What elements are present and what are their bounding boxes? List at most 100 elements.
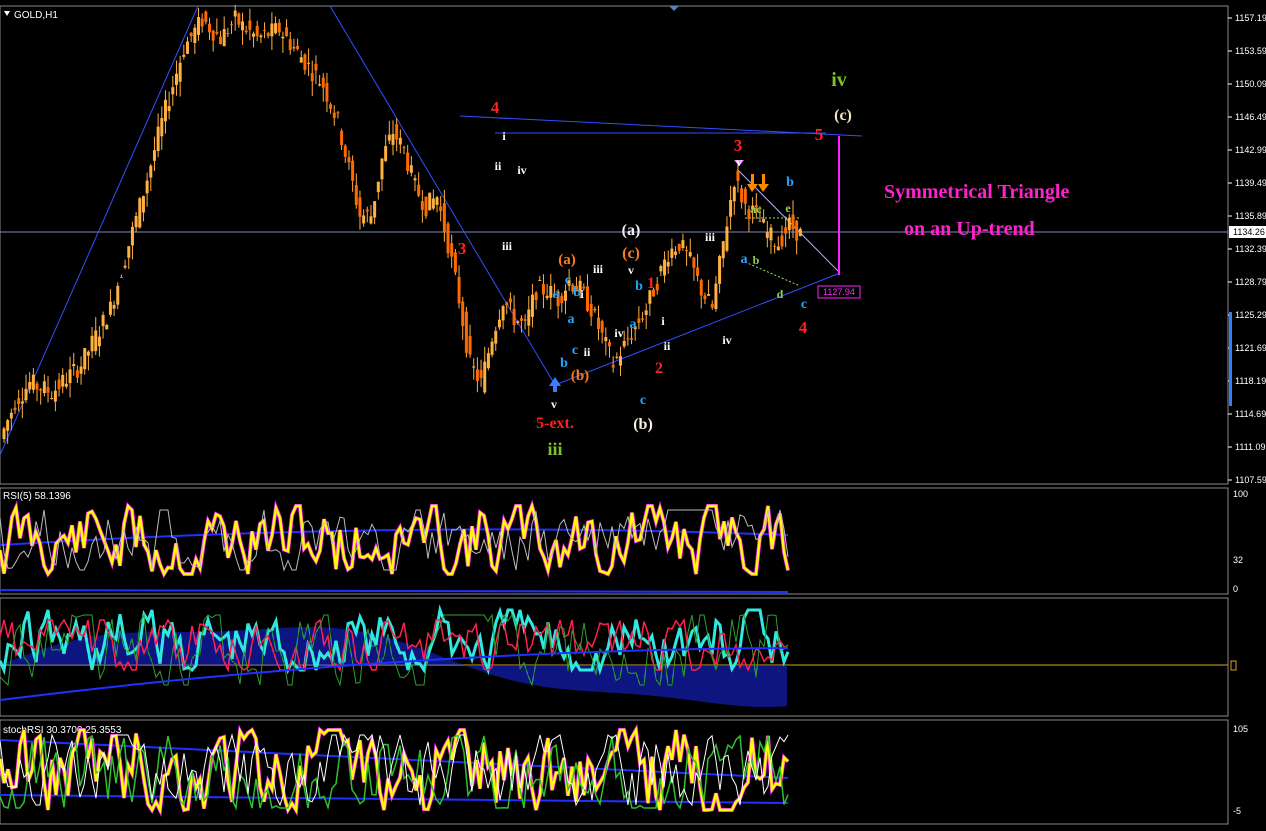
candle-body bbox=[241, 21, 245, 31]
candle-body bbox=[20, 401, 24, 404]
candle-body bbox=[472, 366, 476, 368]
candle-body bbox=[24, 388, 28, 401]
candle-body bbox=[13, 407, 17, 411]
candle-body bbox=[758, 220, 762, 222]
candle-body bbox=[94, 330, 98, 352]
candle-body bbox=[512, 308, 516, 326]
candle-body bbox=[666, 261, 670, 267]
wave-label: 2 bbox=[655, 360, 663, 377]
candle-body bbox=[457, 277, 461, 304]
candle-body bbox=[659, 266, 663, 272]
candle-body bbox=[622, 340, 626, 347]
candle-body bbox=[57, 379, 61, 389]
candle-body bbox=[674, 251, 678, 255]
pattern-title-line1: Symmetrical Triangle bbox=[884, 181, 1069, 203]
candle-body bbox=[630, 338, 634, 340]
wave-label: 5 bbox=[815, 125, 824, 144]
candle-body bbox=[248, 20, 252, 30]
candle-body bbox=[692, 257, 696, 268]
rsi-level-0: 0 bbox=[1233, 584, 1238, 594]
minor-wave-label: a bbox=[630, 317, 637, 332]
candle-body bbox=[442, 203, 446, 232]
wave-label: 3 bbox=[458, 239, 467, 258]
rsi-title: RSI(5) 58.1396 bbox=[3, 491, 71, 502]
candle-body bbox=[46, 387, 50, 393]
price-axis: 1157.19 1153.59 1150.09 1146.49 1142.99 1139.… bbox=[1228, 13, 1266, 485]
candle-body bbox=[765, 232, 769, 238]
candle-body bbox=[413, 178, 417, 181]
candle-body bbox=[468, 335, 472, 355]
candle-body bbox=[446, 223, 450, 254]
candle-body bbox=[2, 428, 6, 440]
candle-body bbox=[321, 77, 325, 88]
minor-wave-label: d bbox=[777, 287, 784, 301]
price-tick-label: 1121.69 bbox=[1235, 343, 1266, 353]
candle-body bbox=[226, 32, 230, 34]
candle-body bbox=[336, 112, 340, 114]
candle-body bbox=[17, 398, 21, 405]
candle-body bbox=[596, 317, 600, 329]
candle-body bbox=[329, 104, 333, 109]
candle-body bbox=[384, 146, 388, 161]
candle-body bbox=[204, 11, 208, 23]
candle-body bbox=[303, 54, 307, 70]
candle-body bbox=[648, 290, 652, 304]
candle-body bbox=[50, 398, 54, 400]
candle-body bbox=[369, 216, 373, 224]
candle-body bbox=[332, 112, 336, 118]
candle-body bbox=[769, 227, 773, 241]
price-tick-label: 1132.39 bbox=[1235, 244, 1266, 254]
candle-body bbox=[314, 63, 318, 71]
minor-wave-label: b bbox=[560, 356, 568, 371]
candle-body bbox=[215, 31, 219, 34]
main-price-pane[interactable] bbox=[0, 5, 1229, 485]
candle-body bbox=[358, 197, 362, 217]
candle-body bbox=[149, 165, 153, 178]
candle-body bbox=[729, 200, 733, 217]
candle-body bbox=[710, 304, 714, 308]
wave-label: 4 bbox=[799, 318, 808, 337]
candle-body bbox=[453, 252, 457, 273]
candle-body bbox=[663, 259, 667, 276]
candle-body bbox=[156, 126, 160, 152]
minor-wave-label: ii bbox=[495, 159, 502, 173]
minor-wave-label: a bbox=[553, 287, 560, 302]
candle-body bbox=[233, 10, 237, 17]
candle-body bbox=[28, 382, 32, 390]
candle-body bbox=[608, 342, 612, 347]
minor-wave-label: v bbox=[736, 155, 742, 169]
candle-body bbox=[395, 124, 399, 140]
candle-body bbox=[167, 106, 171, 112]
wave-label: (b) bbox=[633, 416, 653, 433]
candle-body bbox=[178, 62, 182, 82]
candle-body bbox=[501, 306, 505, 321]
wave-label: (c) bbox=[834, 107, 852, 124]
candle-body bbox=[486, 353, 490, 369]
candle-body bbox=[310, 73, 314, 82]
candle-body bbox=[527, 309, 531, 326]
candle-body bbox=[263, 30, 267, 32]
pattern-title-line2: on an Up-trend bbox=[904, 218, 1035, 240]
candle-body bbox=[776, 246, 780, 251]
candle-body bbox=[402, 147, 406, 149]
candle-body bbox=[61, 374, 65, 387]
candle-body bbox=[670, 248, 674, 258]
wave-label: (c) bbox=[622, 245, 640, 262]
candle-body bbox=[373, 201, 377, 218]
candle-body bbox=[428, 192, 432, 211]
candle-body bbox=[222, 29, 226, 47]
candle-body bbox=[479, 369, 483, 378]
candle-body bbox=[530, 294, 534, 317]
candle-body bbox=[108, 301, 112, 315]
candle-body bbox=[483, 361, 487, 393]
candle-body bbox=[560, 295, 564, 304]
candle-body bbox=[211, 30, 215, 41]
minor-wave-label: a bbox=[568, 312, 575, 327]
candle-body bbox=[193, 27, 197, 44]
candle-body bbox=[318, 84, 322, 86]
candle-body bbox=[703, 295, 707, 300]
candle-body bbox=[585, 286, 589, 311]
candle-body bbox=[182, 54, 186, 57]
candle-body bbox=[743, 188, 747, 204]
minor-wave-label: iii bbox=[705, 230, 716, 244]
